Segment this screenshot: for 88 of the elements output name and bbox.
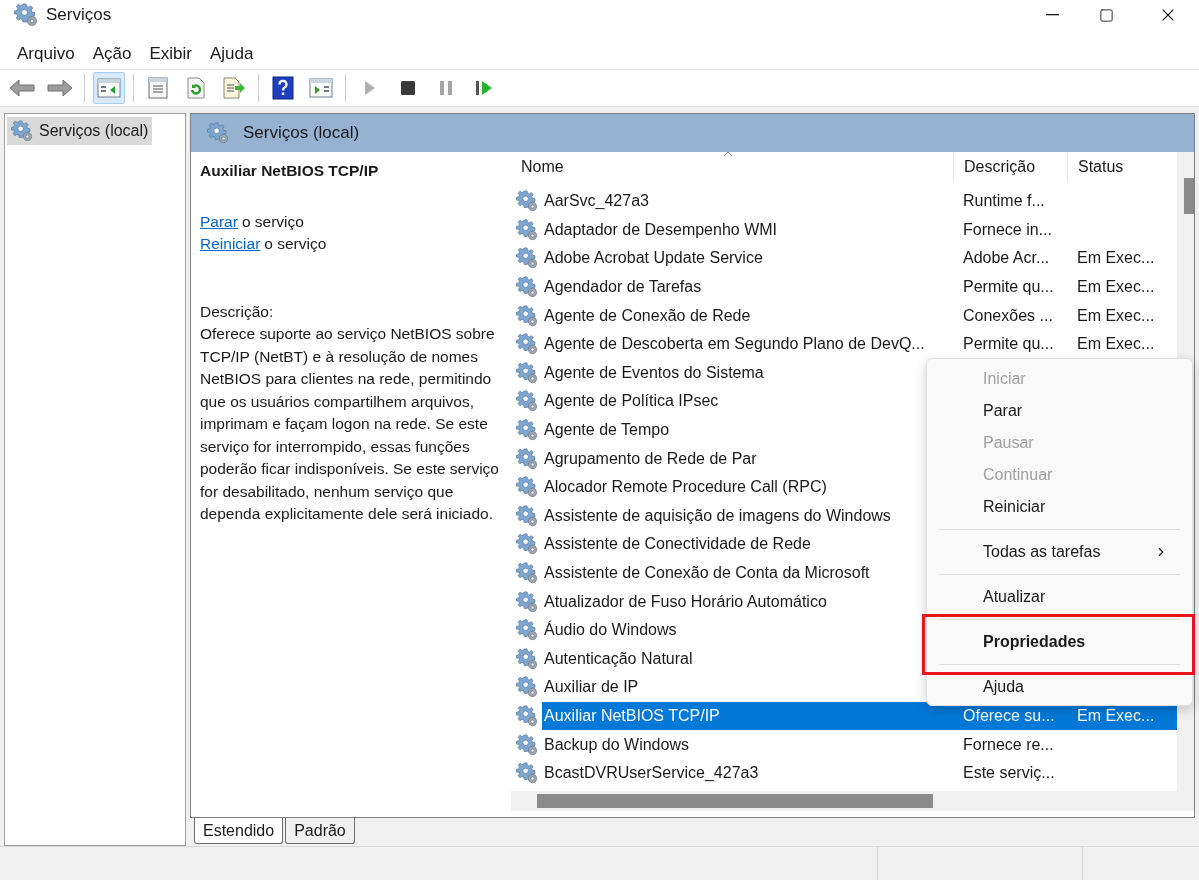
- table-cell[interactable]: BcastDVRUserService_427a3: [542, 758, 953, 788]
- table-cell: Runtime f...: [963, 192, 1045, 210]
- table-cell: Em Exec...: [1077, 335, 1155, 353]
- back-arrow-icon: [9, 78, 35, 98]
- gears-icon: [516, 218, 538, 241]
- gears-icon: [14, 3, 38, 27]
- context-menu-item[interactable]: Reiniciar: [931, 491, 1188, 523]
- gears-icon: [516, 705, 538, 727]
- table-cell[interactable]: Agente de Conexão de Rede: [542, 301, 953, 330]
- gears-icon: [516, 476, 538, 499]
- description-label: Descrição:: [200, 301, 275, 322]
- gears-icon: [516, 276, 538, 299]
- link-suffix: o serviço: [241, 211, 304, 232]
- window-title: Serviços: [46, 4, 112, 27]
- service-action-link[interactable]: Parar: [200, 210, 238, 233]
- context-menu-item[interactable]: Todas as tarefas: [931, 536, 1188, 568]
- view-tab[interactable]: Padrão: [285, 818, 355, 844]
- resume-icon: [475, 79, 493, 97]
- service-action-link[interactable]: Reiniciar: [200, 233, 261, 256]
- table-cell: Fornece re...: [963, 735, 1054, 753]
- stop-icon: [400, 80, 416, 96]
- window-pane-icon: [309, 77, 333, 99]
- gears-icon: [207, 122, 229, 144]
- table-cell[interactable]: Adobe Acrobat Update Service: [542, 244, 953, 273]
- table-cell[interactable]: AarSvc_427a3: [542, 187, 953, 216]
- properties-icon: [147, 77, 169, 99]
- gears-icon: [516, 447, 538, 470]
- gears-icon: [516, 647, 538, 670]
- table-cell: Em Exec...: [1077, 306, 1155, 324]
- pane-header: Serviços (local): [191, 114, 1194, 152]
- description-text: Oferece suporte ao serviço NetBIOS sobre TCP/IP (NetBT) e à resolução de nomes NetBIOS para clientes na rede, permitindo que os usuários compartilhem arquivos, imprimam e façam logon na rede. Se este serviço for interrompido, essas funções poderão ficar indisponíveis. Se este serviço for desabilitado, nenhum serviço que dependa explicitamente dele será iniciado.: [200, 324, 500, 524]
- link-suffix: o serviço: [264, 234, 327, 254]
- horizontal-scrollbar[interactable]: [511, 791, 1194, 811]
- menu-item[interactable]: Ajuda: [200, 40, 263, 67]
- table-cell: Este serviç...: [963, 764, 1055, 782]
- context-menu-item[interactable]: Atualizar: [931, 581, 1188, 613]
- column-header[interactable]: Status: [1067, 152, 1164, 182]
- table-cell: Fornece in...: [963, 220, 1052, 238]
- refresh-icon: [185, 77, 207, 99]
- menu-item[interactable]: Ação: [83, 40, 141, 67]
- menu-item[interactable]: Exibir: [140, 40, 201, 67]
- gears-icon: [516, 562, 538, 584]
- table-cell: Em Exec...: [1077, 278, 1155, 296]
- forward-arrow-icon: [47, 78, 73, 98]
- gears-icon: [516, 304, 538, 327]
- sort-caret-icon: [723, 152, 733, 157]
- gears-icon: [516, 247, 538, 270]
- view-tab[interactable]: Estendido: [194, 818, 284, 844]
- gears-icon: [516, 504, 538, 527]
- gears-icon: [516, 762, 538, 785]
- minimize-icon: [1045, 14, 1059, 16]
- table-cell[interactable]: Agendador de Tarefas: [542, 272, 953, 302]
- gears-icon: [516, 590, 538, 613]
- gears-icon: [516, 361, 538, 384]
- table-cell[interactable]: Adaptador de Desempenho WMI: [542, 215, 953, 245]
- help-icon: [272, 76, 294, 100]
- gears-icon: [516, 419, 538, 442]
- gears-icon: [516, 619, 538, 642]
- table-cell: Conexões ...: [963, 306, 1053, 324]
- table-cell: Permite qu...: [963, 335, 1054, 353]
- table-cell: Adobe Acr...: [963, 249, 1050, 267]
- table-cell[interactable]: Auxiliar NetBIOS TCP/IP: [542, 701, 953, 731]
- table-cell[interactable]: Backup do Windows: [542, 730, 953, 759]
- maximize-icon: [1098, 7, 1114, 23]
- column-header[interactable]: Descrição: [953, 152, 1067, 182]
- gears-icon: [516, 390, 538, 413]
- table-cell: Permite qu...: [963, 278, 1054, 296]
- context-menu-item[interactable]: Parar: [931, 395, 1188, 427]
- pause-icon: [439, 80, 453, 96]
- gears-icon: [516, 190, 538, 213]
- gears-icon: [516, 676, 538, 699]
- column-header[interactable]: Nome: [511, 152, 953, 182]
- service-title: Auxiliar NetBIOS TCP/IP: [200, 161, 380, 181]
- context-menu-item[interactable]: Propriedades: [931, 626, 1188, 658]
- table-cell[interactable]: Agente de Descoberta em Segundo Plano de DevQ...: [542, 329, 953, 359]
- tree-item[interactable]: Serviços (local): [7, 117, 153, 145]
- play-icon: [363, 79, 377, 97]
- gears-icon: [516, 333, 538, 356]
- gears-icon: [516, 733, 538, 756]
- context-menu-item[interactable]: Ajuda: [931, 671, 1188, 703]
- export-list-icon: [222, 77, 246, 99]
- table-cell: Em Exec...: [1077, 249, 1155, 267]
- table-cell: Oferece su...: [963, 707, 1055, 724]
- gears-icon: [516, 533, 538, 556]
- window-pane-icon: [97, 77, 121, 99]
- table-cell: Em Exec...: [1077, 707, 1155, 724]
- gears-icon: [11, 120, 33, 142]
- menu-item[interactable]: Arquivo: [8, 40, 84, 67]
